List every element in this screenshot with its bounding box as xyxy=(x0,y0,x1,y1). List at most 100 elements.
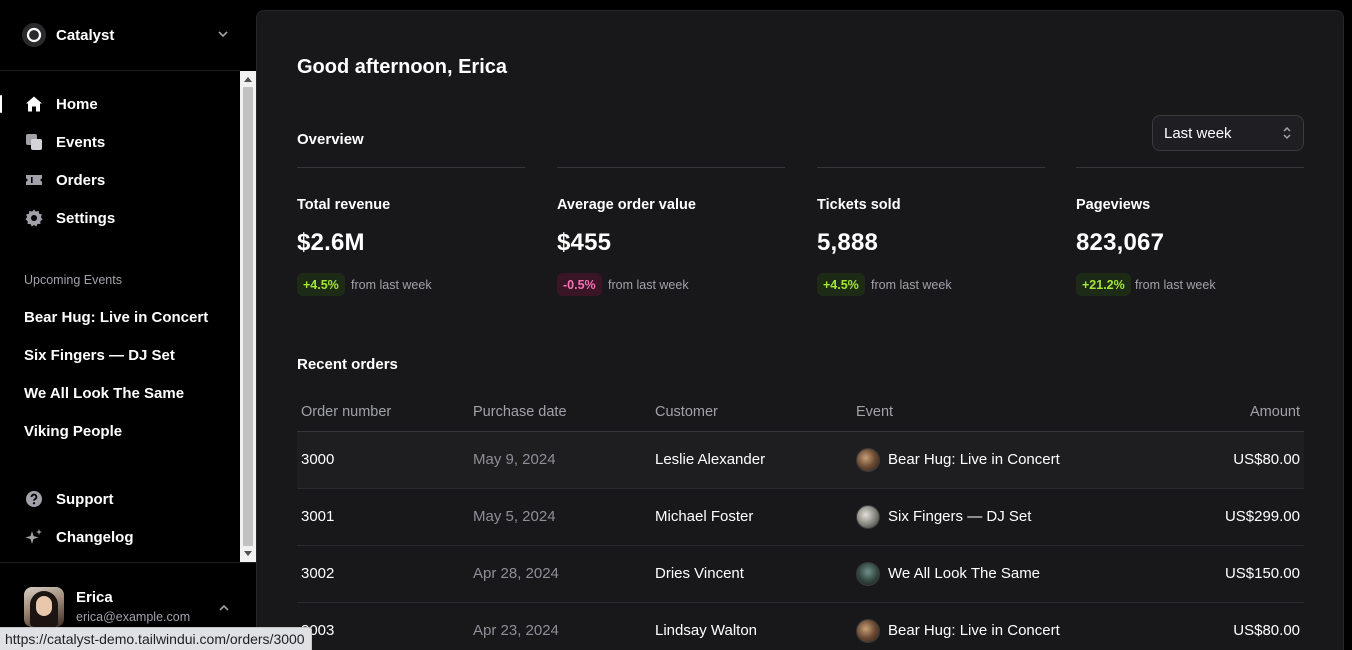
period-select[interactable]: Last week xyxy=(1152,115,1304,151)
upcoming-event-item[interactable]: Six Fingers — DJ Set xyxy=(0,336,240,374)
table-row[interactable]: 3000 May 9, 2024 Leslie Alexander Bear H… xyxy=(297,432,1304,489)
catalyst-logo-icon xyxy=(22,23,46,47)
nav-item-settings[interactable]: Settings xyxy=(0,199,240,237)
nav-item-events[interactable]: Events xyxy=(0,123,240,161)
purchase-date: May 5, 2024 xyxy=(473,508,556,525)
page-title: Good afternoon, Erica xyxy=(297,56,508,78)
upcoming-event-item[interactable]: Bear Hug: Live in Concert xyxy=(0,298,240,336)
team-name: Catalyst xyxy=(56,26,115,44)
customer-name: Leslie Alexander xyxy=(655,451,766,468)
change-badge: -0.5% xyxy=(557,273,602,296)
avatar xyxy=(24,587,64,627)
stat-value: $2.6M xyxy=(297,229,365,256)
sparkles-icon xyxy=(24,527,44,547)
stat-card: Pageviews 823,067 +21.2% from last week xyxy=(1076,167,1304,297)
customer-name: Dries Vincent xyxy=(655,565,744,582)
upcoming-event-item[interactable]: We All Look The Same xyxy=(0,374,240,412)
stat-value: $455 xyxy=(557,229,612,256)
scroll-down-arrow-icon[interactable] xyxy=(240,546,256,562)
change-badge: +21.2% xyxy=(1076,273,1131,296)
stat-value: 823,067 xyxy=(1076,229,1165,256)
nav-item-home[interactable]: Home xyxy=(0,85,240,123)
stat-card: Average order value $455 -0.5% from last… xyxy=(557,167,785,297)
customer-name: Lindsay Walton xyxy=(655,622,757,639)
event-name: We All Look The Same xyxy=(888,565,1041,582)
scroll-up-arrow-icon[interactable] xyxy=(240,71,256,87)
profile-name: Erica xyxy=(76,589,113,606)
order-amount: US$80.00 xyxy=(1233,451,1300,468)
ticket-icon xyxy=(24,170,44,190)
nav-item-orders[interactable]: Orders xyxy=(0,161,240,199)
stat-comparison: from last week xyxy=(1135,278,1216,292)
stat-label: Pageviews xyxy=(1076,197,1151,213)
column-header-event: Event xyxy=(856,404,894,420)
order-amount: US$299.00 xyxy=(1224,508,1300,525)
nav-item-label: Support xyxy=(56,490,114,508)
question-icon xyxy=(24,489,44,509)
purchase-date: Apr 23, 2024 xyxy=(473,622,559,639)
chevron-up-down-icon xyxy=(1281,126,1293,144)
stat-comparison: from last week xyxy=(871,278,952,292)
main-panel: Good afternoon, Erica Overview Last week… xyxy=(256,10,1344,650)
orders-table: Order number Purchase date Customer Even… xyxy=(297,392,1304,650)
stat-card: Tickets sold 5,888 +4.5% from last week xyxy=(817,167,1045,297)
event-thumbnail xyxy=(856,505,880,529)
profile-email: erica@example.com xyxy=(76,610,191,624)
table-row[interactable]: 3003 Apr 23, 2024 Lindsay Walton Bear Hu… xyxy=(297,603,1304,650)
events-icon xyxy=(24,132,44,152)
stat-label: Tickets sold xyxy=(817,197,901,213)
order-amount: US$150.00 xyxy=(1224,565,1300,582)
secondary-nav: Support Changelog xyxy=(0,480,240,556)
nav-item-label: Events xyxy=(56,133,106,151)
event-thumbnail xyxy=(856,562,880,586)
order-number: 3002 xyxy=(301,565,335,582)
period-select-value: Last week xyxy=(1164,124,1232,142)
table-row[interactable]: 3002 Apr 28, 2024 Dries Vincent We All L… xyxy=(297,546,1304,603)
chevron-down-icon xyxy=(216,27,230,46)
stat-comparison: from last week xyxy=(351,278,432,292)
team-switcher[interactable]: Catalyst xyxy=(0,0,240,71)
event-thumbnail xyxy=(856,619,880,643)
stat-label: Total revenue xyxy=(297,197,391,213)
nav-item-changelog[interactable]: Changelog xyxy=(0,518,240,556)
table-row[interactable]: 3001 May 5, 2024 Michael Foster Six Fing… xyxy=(297,489,1304,546)
nav-item-label: Home xyxy=(56,95,98,113)
home-icon xyxy=(24,94,44,114)
recent-orders-heading: Recent orders xyxy=(297,356,398,373)
event-name: Bear Hug: Live in Concert xyxy=(888,622,1060,639)
main-nav: Home Events Orders Settings xyxy=(0,85,240,237)
purchase-date: May 9, 2024 xyxy=(473,451,556,468)
nav-item-label: Orders xyxy=(56,171,106,189)
column-header-amount: Amount xyxy=(1250,404,1300,420)
column-header-customer: Customer xyxy=(655,404,718,420)
nav-item-label: Changelog xyxy=(56,528,134,546)
stat-comparison: from last week xyxy=(608,278,689,292)
order-number: 3001 xyxy=(301,508,335,525)
purchase-date: Apr 28, 2024 xyxy=(473,565,559,582)
column-header-order-number: Order number xyxy=(301,404,392,420)
event-name: Six Fingers — DJ Set xyxy=(888,508,1032,525)
chevron-up-icon xyxy=(218,601,230,619)
link-status-bar: https://catalyst-demo.tailwindui.com/ord… xyxy=(0,627,312,650)
column-header-purchase-date: Purchase date xyxy=(473,404,567,420)
stat-card: Total revenue $2.6M +4.5% from last week xyxy=(297,167,525,297)
event-thumbnail xyxy=(856,448,880,472)
stat-label: Average order value xyxy=(557,197,696,213)
sidebar-scrollbar[interactable] xyxy=(240,71,256,562)
order-number: 3000 xyxy=(301,451,335,468)
nav-item-label: Settings xyxy=(56,209,116,227)
upcoming-event-item[interactable]: Viking People xyxy=(0,412,240,450)
change-badge: +4.5% xyxy=(297,273,345,296)
gear-icon xyxy=(24,208,44,228)
overview-heading: Overview xyxy=(297,131,364,148)
scrollbar-thumb[interactable] xyxy=(243,87,253,546)
upcoming-events-heading: Upcoming Events xyxy=(24,273,122,287)
stats-grid: Total revenue $2.6M +4.5% from last week… xyxy=(297,167,1304,297)
order-amount: US$80.00 xyxy=(1233,622,1300,639)
sidebar: Catalyst Home Events Orders Settings Upc… xyxy=(0,0,256,650)
change-badge: +4.5% xyxy=(817,273,865,296)
upcoming-events-list: Bear Hug: Live in Concert Six Fingers — … xyxy=(0,298,240,450)
customer-name: Michael Foster xyxy=(655,508,754,525)
stat-value: 5,888 xyxy=(817,229,879,256)
nav-item-support[interactable]: Support xyxy=(0,480,240,518)
